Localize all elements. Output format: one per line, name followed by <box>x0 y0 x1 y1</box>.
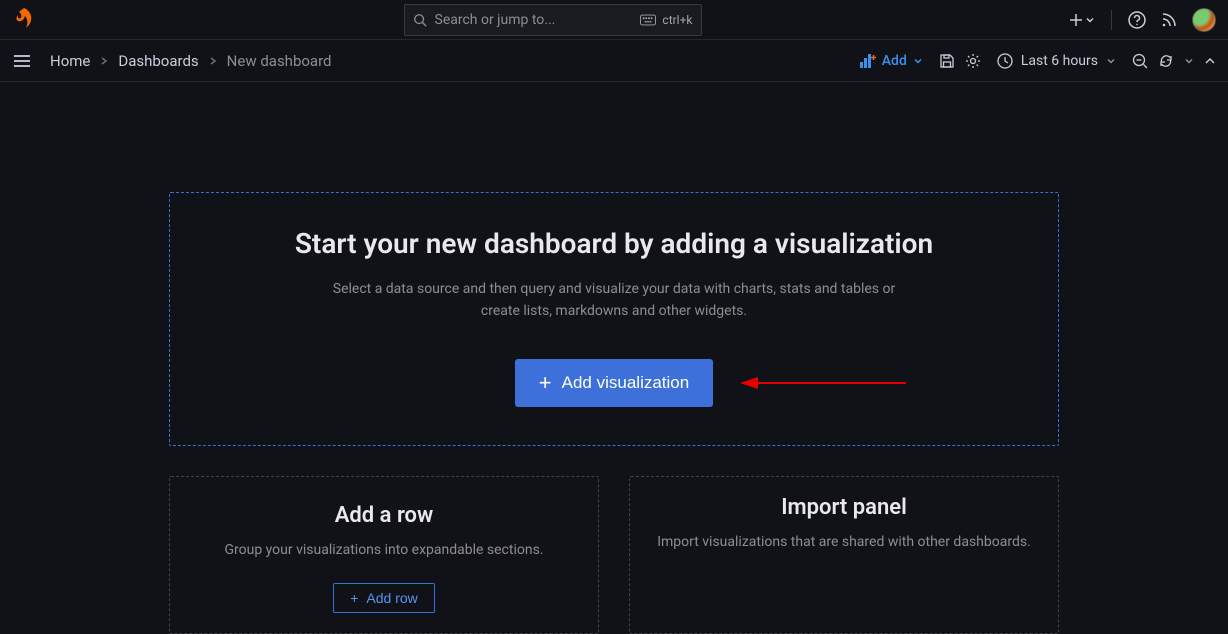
main-card-title: Start your new dashboard by adding a vis… <box>210 227 1018 260</box>
plus-icon: + <box>539 372 552 394</box>
chevron-down-icon <box>1085 15 1095 25</box>
new-menu[interactable] <box>1069 13 1095 27</box>
grafana-logo[interactable] <box>12 8 36 32</box>
chevron-up-icon <box>1204 55 1216 67</box>
chevron-down-icon <box>913 56 923 66</box>
refresh-icon <box>1158 53 1174 69</box>
add-row-button[interactable]: + Add row <box>333 583 435 613</box>
chevron-down-icon <box>1184 56 1194 66</box>
main-card-description: Select a data source and then query and … <box>314 278 914 323</box>
divider <box>1111 10 1112 30</box>
chevron-down-icon <box>1106 56 1116 66</box>
add-row-description: Group your visualizations into expandabl… <box>194 540 574 562</box>
help-button[interactable] <box>1128 11 1146 29</box>
add-visualization-label: Add visualization <box>562 373 690 393</box>
breadcrumb: Home Dashboards New dashboard <box>50 52 331 70</box>
import-panel-card: Import panel Import visualizations that … <box>629 476 1059 634</box>
add-panel-button[interactable]: Add <box>854 49 929 73</box>
search-placeholder: Search or jump to... <box>435 12 633 28</box>
settings-button[interactable] <box>965 53 981 69</box>
refresh-button[interactable] <box>1158 53 1174 69</box>
breadcrumb-current: New dashboard <box>227 52 332 70</box>
search-icon <box>413 13 427 27</box>
import-panel-description: Import visualizations that are shared wi… <box>654 532 1034 554</box>
chevron-right-icon <box>209 56 217 66</box>
menu-toggle[interactable] <box>12 51 32 71</box>
zoom-out-button[interactable] <box>1132 53 1148 69</box>
collapse-button[interactable] <box>1204 55 1216 67</box>
import-panel-title: Import panel <box>654 495 1034 520</box>
time-range-label: Last 6 hours <box>1021 53 1098 69</box>
zoom-out-icon <box>1132 53 1148 69</box>
add-visualization-card: Start your new dashboard by adding a vis… <box>169 192 1059 446</box>
save-icon <box>939 53 955 69</box>
add-label: Add <box>882 53 907 69</box>
clock-icon <box>997 53 1013 69</box>
refresh-interval-button[interactable] <box>1184 56 1194 66</box>
add-row-card: Add a row Group your visualizations into… <box>169 476 599 634</box>
rss-icon <box>1160 11 1178 29</box>
breadcrumb-dashboards[interactable]: Dashboards <box>118 52 198 70</box>
help-icon <box>1128 11 1146 29</box>
annotation-arrow <box>738 373 908 393</box>
plus-icon <box>1069 13 1083 27</box>
breadcrumb-home[interactable]: Home <box>50 52 90 70</box>
time-range-picker[interactable]: Last 6 hours <box>991 49 1122 73</box>
search-input[interactable]: Search or jump to... ctrl+k <box>404 4 702 36</box>
save-button[interactable] <box>939 53 955 69</box>
search-shortcut: ctrl+k <box>640 13 692 27</box>
chevron-right-icon <box>100 56 108 66</box>
add-row-title: Add a row <box>194 503 574 528</box>
gear-icon <box>965 53 981 69</box>
keyboard-icon <box>640 14 656 26</box>
news-button[interactable] <box>1160 11 1178 29</box>
panel-add-icon <box>860 54 876 68</box>
user-avatar[interactable] <box>1192 8 1216 32</box>
add-visualization-button[interactable]: + Add visualization <box>515 359 713 407</box>
